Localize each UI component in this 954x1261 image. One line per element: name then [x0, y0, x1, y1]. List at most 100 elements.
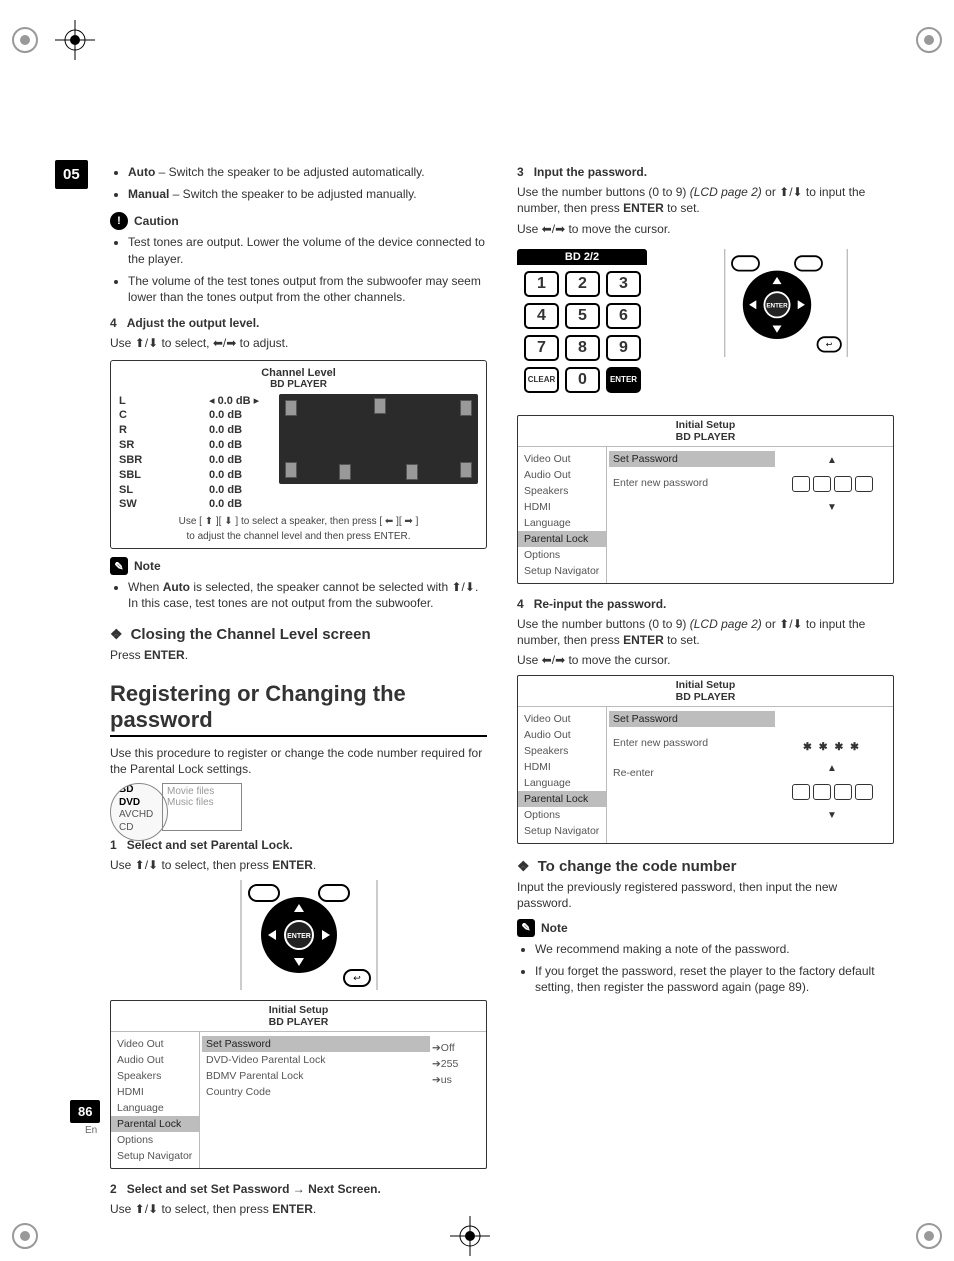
step-4-instruction: Use ⬆/⬇ to select, ⬅/➡ to adjust.: [110, 335, 487, 351]
channel-row: C0.0 dB: [119, 408, 269, 423]
svg-text:ENTER: ENTER: [287, 933, 311, 940]
step-3: 3 Input the password.: [517, 164, 894, 180]
sidebar-item: Options: [111, 1132, 199, 1148]
list-item: We recommend making a note of the passwo…: [535, 941, 894, 957]
keypad-key: 4: [524, 303, 559, 329]
password-input-boxes: [792, 476, 873, 492]
channel-row: L0.0 dB: [119, 394, 269, 409]
svg-text:ENTER: ENTER: [766, 302, 788, 309]
change-code-para: Input the previously registered password…: [517, 879, 894, 911]
speaker-room-diagram: [279, 394, 478, 484]
keypad-graphic: BD 2/2 1 2 3 4 5 6 7 8 9 CLEAR 0 ENTER: [517, 249, 647, 399]
keypad-key: 9: [606, 335, 641, 361]
step-3-instruction: Use the number buttons (0 to 9) (LCD pag…: [517, 184, 894, 216]
registration-mark: [55, 20, 95, 60]
caution-callout: ! Caution: [110, 212, 487, 230]
sidebar-item: Language: [111, 1100, 199, 1116]
note-callout: ✎ Note: [110, 557, 487, 575]
keypad-key: 5: [565, 303, 600, 329]
keypad-key: 7: [524, 335, 559, 361]
password-input-boxes: [792, 784, 873, 800]
up-down-icon: ⬆/⬇: [135, 336, 158, 350]
channel-row: SBL0.0 dB: [119, 468, 269, 483]
registration-mark: [450, 1216, 490, 1256]
password-intro: Use this procedure to register or change…: [110, 745, 487, 777]
channel-row: SBR0.0 dB: [119, 453, 269, 468]
sidebar-item: HDMI: [111, 1084, 199, 1100]
step-4: 4 Adjust the output level.: [110, 315, 487, 331]
list-item: If you forget the password, reset the pl…: [535, 963, 894, 995]
arrow-up-icon: ▲: [827, 763, 837, 774]
panel-footer: Use [ ⬆ ][ ⬇ ] to select a speaker, then…: [119, 516, 478, 527]
step-3-cursor: Use ⬅/➡ to move the cursor.: [517, 221, 894, 237]
svg-text:↩: ↩: [353, 973, 361, 983]
list-item: Manual – Switch the speaker to be adjust…: [128, 186, 487, 202]
step-1-instruction: Use ⬆/⬇ to select, then press ENTER.: [110, 857, 487, 873]
password-masked: ✱ ✱ ✱ ✱: [803, 741, 861, 753]
setup-sidebar: Video Out Audio Out Speakers HDMI Langua…: [518, 447, 607, 583]
step-4r-cursor: Use ⬅/➡ to move the cursor.: [517, 652, 894, 668]
setup-sidebar: Video Out Audio Out Speakers HDMI Langua…: [111, 1032, 200, 1168]
setup-options: Set Password DVD-Video Parental Lock BDM…: [206, 1036, 426, 1164]
language-code: En: [85, 1125, 97, 1136]
list-item: The volume of the test tones output from…: [128, 273, 487, 305]
setup-values: ➔Off ➔255 ➔us: [432, 1036, 480, 1164]
sidebar-item: Speakers: [111, 1068, 199, 1084]
registration-mark: [5, 1216, 45, 1256]
initial-setup-panel-3: Initial Setup BD PLAYER Video Out Audio …: [517, 675, 894, 844]
keypad-clear: CLEAR: [524, 367, 559, 393]
keypad-key: 6: [606, 303, 641, 329]
list-item: When Auto is selected, the speaker canno…: [128, 579, 487, 611]
sidebar-item: Setup Navigator: [111, 1148, 199, 1164]
keypad-enter: ENTER: [606, 367, 641, 393]
svg-text:↩: ↩: [825, 340, 832, 349]
channel-list: L0.0 dB C0.0 dB R0.0 dB SR0.0 dB SBR0.0 …: [119, 394, 269, 513]
note-callout: ✎ Note: [517, 919, 894, 937]
channel-row: SW0.0 dB: [119, 497, 269, 512]
caution-list: Test tones are output. Lower the volume …: [110, 234, 487, 305]
closing-heading: Closing the Channel Level screen: [110, 626, 487, 643]
remote-dpad-graphic: ENTER ↩: [659, 243, 894, 363]
channel-row: SL0.0 dB: [119, 483, 269, 498]
initial-setup-panel-1: Initial Setup BD PLAYER Video Out Audio …: [110, 1000, 487, 1169]
note-icon: ✎: [517, 919, 535, 937]
left-column: Auto – Switch the speaker to be adjusted…: [110, 160, 487, 1221]
step-2-instruction: Use ⬆/⬇ to select, then press ENTER.: [110, 1201, 487, 1217]
step-1: 1 Select and set Parental Lock.: [110, 837, 487, 853]
registration-mark: [909, 1216, 949, 1256]
registration-mark: [5, 20, 45, 60]
channel-row: R0.0 dB: [119, 423, 269, 438]
sidebar-item: Video Out: [111, 1036, 199, 1052]
initial-setup-panel-2: Initial Setup BD PLAYER Video Out Audio …: [517, 415, 894, 584]
step-2: 2 Select and set Set Password → Next Scr…: [110, 1181, 487, 1197]
keypad-key: 1: [524, 271, 559, 297]
step-4r: 4 Re-input the password.: [517, 596, 894, 612]
keypad-key: 8: [565, 335, 600, 361]
note-icon: ✎: [110, 557, 128, 575]
step-4r-instruction: Use the number buttons (0 to 9) (LCD pag…: [517, 616, 894, 648]
arrow-down-icon: ▼: [827, 810, 837, 821]
page-number: 86: [70, 1100, 100, 1123]
setup-sidebar: Video Out Audio Out Speakers HDMI Langua…: [518, 707, 607, 843]
channel-level-panel: Channel Level BD PLAYER L0.0 dB C0.0 dB …: [110, 360, 487, 550]
keypad-key: 2: [565, 271, 600, 297]
panel-footer: to adjust the channel level and then pre…: [119, 531, 478, 542]
arrow-up-icon: ▲: [827, 455, 837, 466]
note-list: We recommend making a note of the passwo…: [517, 941, 894, 996]
sidebar-item: Audio Out: [111, 1052, 199, 1068]
speaker-mode-list: Auto – Switch the speaker to be adjusted…: [110, 164, 487, 202]
chapter-number: 05: [55, 160, 88, 189]
right-column: 3 Input the password. Use the number but…: [517, 160, 894, 1221]
keypad-key: 0: [565, 367, 600, 393]
remote-dpad-graphic: ENTER ↩: [110, 880, 487, 990]
change-code-heading: To change the code number: [517, 858, 894, 875]
caution-icon: !: [110, 212, 128, 230]
disc-compatibility-graphic: BD DVD AVCHD CD Movie files Music files: [110, 783, 487, 831]
registration-mark: [909, 20, 949, 60]
channel-row: SR0.0 dB: [119, 438, 269, 453]
sidebar-item-selected: Parental Lock: [111, 1116, 199, 1132]
arrow-down-icon: ▼: [827, 502, 837, 513]
left-right-icon: ⬅/➡: [213, 336, 236, 350]
closing-instruction: Press ENTER.: [110, 647, 487, 663]
password-heading: Registering or Changing the password: [110, 681, 487, 737]
